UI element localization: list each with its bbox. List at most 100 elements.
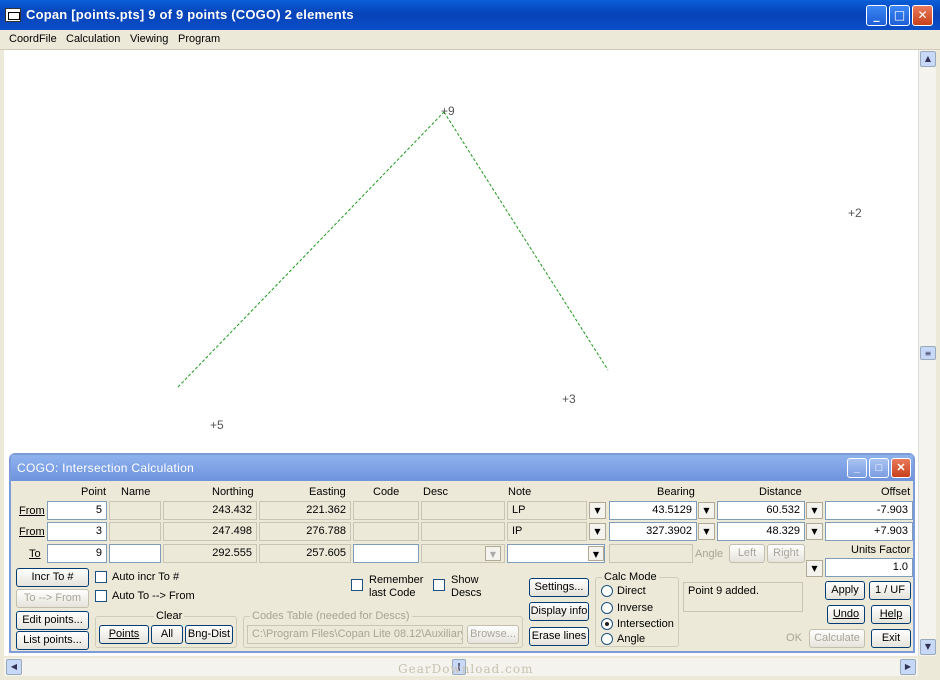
scroll-up-button[interactable]: ▲ [920, 51, 936, 67]
row2-easting-field: 276.788 [259, 522, 351, 541]
auto-to-from-checkbox[interactable] [95, 590, 107, 602]
row1-distance-dropdown[interactable]: ▼ [806, 502, 823, 519]
right-button[interactable]: Right [767, 544, 805, 563]
row1-point-field[interactable]: 5 [47, 501, 107, 520]
dialog-minimize-button[interactable]: _ [847, 458, 867, 478]
radio-inverse[interactable] [601, 602, 613, 614]
row1-code-field [353, 501, 419, 520]
header-desc: Desc [423, 486, 449, 498]
auto-to-from-label: Auto To --> From [112, 590, 195, 602]
scroll-down-button[interactable]: ▼ [920, 639, 936, 655]
remember-label-1: Remember [369, 574, 424, 586]
point-marker-2[interactable]: +2 [848, 206, 862, 220]
apply-button[interactable]: Apply [825, 581, 865, 600]
erase-lines-button[interactable]: Erase lines [529, 627, 589, 646]
settings-button[interactable]: Settings... [529, 578, 589, 597]
row2-name-field [109, 522, 161, 541]
vertical-scrollbar[interactable]: ▲ ≡ ▼ [918, 50, 936, 656]
remember-label-2: last Code [369, 587, 416, 599]
row2-distance-field[interactable]: 48.329 [717, 522, 805, 541]
show-label-2: Descs [451, 587, 482, 599]
units-factor-dropdown[interactable]: ▼ [806, 560, 823, 577]
one-over-uf-button[interactable]: 1 / UF [869, 581, 911, 600]
row2-bearing-dropdown[interactable]: ▼ [698, 523, 715, 540]
menu-bar: CoordFile Calculation Viewing Program [0, 30, 940, 50]
row2-bearing-field[interactable]: 327.3902 [609, 522, 697, 541]
show-descs-checkbox[interactable] [433, 579, 445, 591]
clear-bng-dist-button[interactable]: Bng-Dist [185, 625, 233, 644]
show-label-1: Show [451, 574, 479, 586]
row3-name-field[interactable] [109, 544, 161, 563]
scroll-thumb[interactable]: ≡ [920, 346, 936, 360]
units-factor-field[interactable]: 1.0 [825, 558, 913, 577]
row3-code-field[interactable] [353, 544, 419, 563]
header-point: Point [81, 486, 107, 498]
header-offset: Offset [881, 486, 911, 498]
clear-all-button[interactable]: All [151, 625, 183, 644]
row1-note-dropdown[interactable]: ▼ [589, 502, 606, 519]
row2-point-field[interactable]: 3 [47, 522, 107, 541]
row3-point-field[interactable]: 9 [47, 544, 107, 563]
to-from-button[interactable]: To --> From [16, 589, 89, 608]
menu-viewing[interactable]: Viewing [130, 33, 168, 45]
menu-coordfile[interactable]: CoordFile [9, 33, 57, 45]
dialog-close-button[interactable]: ✕ [891, 458, 911, 478]
row1-northing-field: 243.432 [163, 501, 257, 520]
auto-incr-checkbox[interactable] [95, 571, 107, 583]
incr-to-button[interactable]: Incr To # [16, 568, 89, 587]
undo-button[interactable]: Undo [827, 605, 865, 624]
radio-direct-label: Direct [617, 585, 646, 597]
calc-mode-label: Calc Mode [602, 571, 659, 583]
help-button[interactable]: Help [871, 605, 911, 624]
row2-northing-field: 247.498 [163, 522, 257, 541]
codes-path-field: C:\Program Files\Copan Lite 08.12\Auxili… [247, 625, 463, 644]
list-points-button[interactable]: List points... [16, 631, 89, 650]
window-title: Copan [points.pts] 9 of 9 points (COGO) … [26, 7, 354, 22]
edit-points-button[interactable]: Edit points... [16, 611, 89, 630]
row3-note-dropdown[interactable]: ▼ [588, 546, 604, 561]
row2-note-dropdown[interactable]: ▼ [589, 523, 606, 540]
clear-group-label: Clear [154, 610, 185, 622]
row1-note-field: LP [507, 501, 587, 520]
exit-button[interactable]: Exit [871, 629, 911, 648]
close-button[interactable]: ✕ [912, 5, 933, 26]
row2-desc-field [421, 522, 505, 541]
radio-angle[interactable] [601, 633, 613, 645]
dialog-title: COGO: Intersection Calculation [17, 461, 195, 475]
row1-desc-field [421, 501, 505, 520]
radio-direct[interactable] [601, 585, 613, 597]
left-button[interactable]: Left [729, 544, 765, 563]
cogo-dialog: COGO: Intersection Calculation _ □ ✕ Poi… [9, 453, 915, 653]
row1-bearing-dropdown[interactable]: ▼ [698, 502, 715, 519]
row2-note-field: IP [507, 522, 587, 541]
dialog-title-bar: COGO: Intersection Calculation _ □ ✕ [11, 455, 913, 481]
point-marker-3[interactable]: +3 [562, 392, 576, 406]
remember-code-checkbox[interactable] [351, 579, 363, 591]
display-info-button[interactable]: Display info [529, 602, 589, 621]
angle-label: Angle [695, 548, 724, 560]
row1-easting-field: 221.362 [259, 501, 351, 520]
dialog-maximize-button[interactable]: □ [869, 458, 889, 478]
status-message: Point 9 added. [683, 582, 803, 612]
row1-bearing-field[interactable]: 43.5129 [609, 501, 697, 520]
scroll-left-button[interactable]: ◀ [6, 659, 22, 675]
radio-intersection[interactable] [601, 618, 613, 630]
app-icon[interactable] [5, 8, 21, 22]
point-marker-9[interactable]: +9 [441, 104, 455, 118]
row1-offset-field[interactable]: -7.903 [825, 501, 913, 520]
point-marker-5[interactable]: +5 [210, 418, 224, 432]
menu-calculation[interactable]: Calculation [66, 33, 120, 45]
browse-button[interactable]: Browse... [467, 625, 519, 644]
calculate-button[interactable]: Calculate [809, 629, 865, 648]
row2-offset-field[interactable]: +7.903 [825, 522, 913, 541]
menu-program[interactable]: Program [178, 33, 220, 45]
row1-distance-field[interactable]: 60.532 [717, 501, 805, 520]
maximize-button[interactable]: □ [889, 5, 910, 26]
scroll-right-button[interactable]: ▶ [900, 659, 916, 675]
header-note: Note [508, 486, 532, 498]
row2-distance-dropdown[interactable]: ▼ [806, 523, 823, 540]
radio-angle-label: Angle [617, 633, 646, 645]
ok-button[interactable]: OK [781, 629, 807, 648]
minimize-button[interactable]: _ [866, 5, 887, 26]
clear-points-button[interactable]: Points [99, 625, 149, 644]
